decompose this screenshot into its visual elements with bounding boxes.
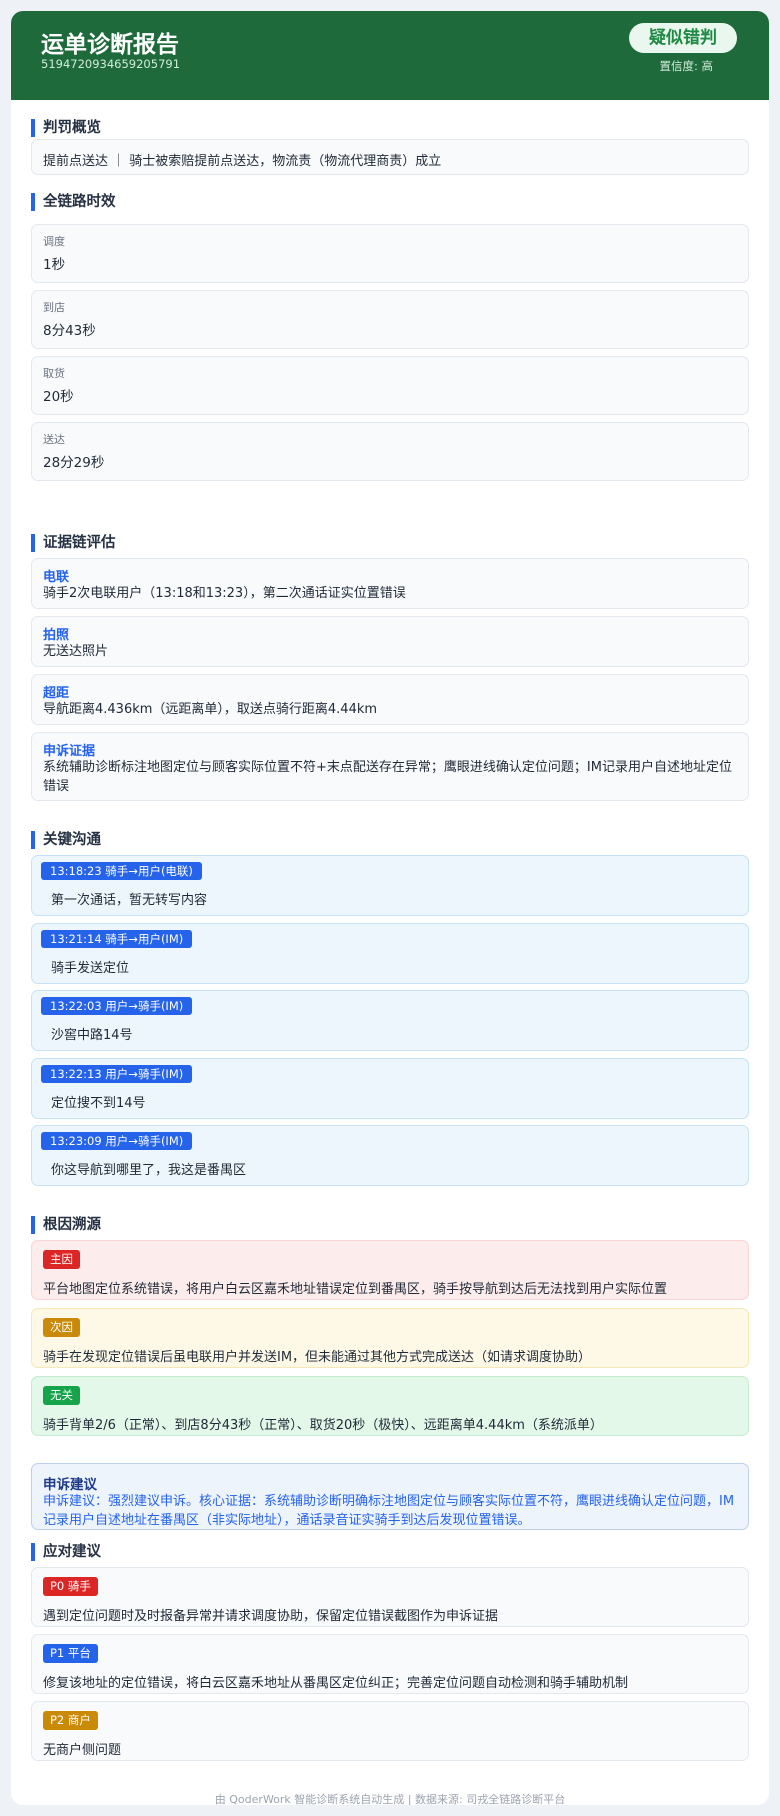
appeal-box: 申诉建议 申诉建议：强烈建议申诉。核心证据：系统辅助诊断明确标注地图定位与顾客实… — [31, 1463, 749, 1530]
communication-text: 你这导航到哪里了，我这是番禺区 — [51, 1163, 247, 1178]
timeline-value: 20秒 — [43, 389, 74, 405]
root-cause-text: 平台地图定位系统错误，将用户白云区嘉禾地址错误定位到番禺区，骑手按导航到达后无法… — [43, 1282, 668, 1297]
root-cause-tag: 无关 — [43, 1386, 80, 1405]
advice-text: 无商户侧问题 — [43, 1743, 122, 1758]
evidence-value: 无送达照片 — [43, 644, 109, 659]
evidence-label: 拍照 — [43, 628, 70, 643]
priority-badge: P1 平台 — [43, 1644, 98, 1663]
section-title-communication: 关键沟通 — [31, 831, 101, 849]
communication-item: 13:18:23 骑手→用户(电联) 第一次通话，暂无转写内容 — [31, 855, 749, 916]
communication-tag: 13:21:14 骑手→用户(IM) — [41, 929, 193, 948]
communication-text: 骑手发送定位 — [51, 960, 130, 976]
evidence-item: 拍照 无送达照片 — [31, 616, 749, 667]
root-cause-tag: 次因 — [43, 1318, 80, 1337]
advice-item: P0 骑手遇到定位问题时及时报备异常并请求调度协助，保留定位错误截图作为申诉证据 — [31, 1567, 749, 1627]
summary-text: 提前点送达 ｜ 骑士被索赔提前点送达，物流责（物流代理商责）成立 — [43, 154, 442, 169]
evidence-label: 电联 — [43, 570, 70, 585]
verdict-badge: 疑似错判 — [629, 23, 737, 53]
evidence-value: 骑手2次电联用户（13:18和13:23），第二次通话证实位置错误 — [43, 586, 406, 601]
order-id: 5194720934659205791 — [41, 57, 181, 71]
priority-badge: P0 骑手 — [43, 1577, 98, 1596]
advice-text: 遇到定位问题时及时报备异常并请求调度协助，保留定位错误截图作为申诉证据 — [43, 1609, 499, 1624]
timeline-label: 到店 — [43, 301, 65, 314]
communication-text: 沙窖中路14号 — [51, 1028, 133, 1043]
evidence-label: 超距 — [43, 686, 70, 701]
section-title-summary: 判罚概览 — [31, 119, 101, 137]
root-cause-text: 骑手背单2/6（正常）、到店8分43秒（正常）、取货20秒（极快）、远距离单4.… — [43, 1418, 603, 1433]
root-cause-text: 骑手在发现定位错误后虽电联用户并发送IM，但未能通过其他方式完成送达（如请求调度… — [43, 1350, 592, 1365]
communication-item: 13:22:03 用户→骑手(IM) 沙窖中路14号 — [31, 990, 749, 1051]
advice-text: 修复该地址的定位错误，将白云区嘉禾地址从番禺区定位纠正；完善定位问题自动检测和骑… — [43, 1676, 629, 1691]
section-title-timeline: 全链路时效 — [31, 193, 116, 211]
timeline-item: 取货 20秒 — [31, 356, 749, 415]
page-title: 运单诊断报告 — [41, 32, 179, 58]
appeal-title: 申诉建议 — [43, 1477, 97, 1493]
evidence-item: 申诉证据 系统辅助诊断标注地图定位与顾客实际位置不符+末点配送存在异常；鹰眼进线确… — [31, 732, 749, 801]
section-title-advice: 应对建议 — [31, 1543, 101, 1561]
timeline-item: 调度 1秒 — [31, 224, 749, 283]
timeline-item: 到店 8分43秒 — [31, 290, 749, 349]
communication-text: 定位搜不到14号 — [51, 1095, 146, 1111]
evidence-value: 系统辅助诊断标注地图定位与顾客实际位置不符+末点配送存在异常；鹰眼进线确认定位问… — [43, 760, 732, 794]
priority-badge: P2 商户 — [43, 1711, 98, 1730]
evidence-item: 超距 导航距离4.436km（远距离单），取送点骑行距离4.44km — [31, 674, 749, 725]
footer-text: 由 QoderWork 智能诊断系统自动生成 | 数据来源: 司戎全链路诊断平台 — [214, 1793, 566, 1805]
summary-box: 提前点送达 ｜ 骑士被索赔提前点送达，物流责（物流代理商责）成立 — [31, 139, 749, 175]
root-cause-tag: 主因 — [43, 1250, 80, 1269]
advice-item: P1 平台修复该地址的定位错误，将白云区嘉禾地址从番禺区定位纠正；完善定位问题自… — [31, 1634, 749, 1694]
confidence-label: 置信度: 高 — [659, 59, 713, 73]
communication-item: 13:21:14 骑手→用户(IM) 骑手发送定位 — [31, 922, 749, 984]
evidence-value: 导航距离4.436km（远距离单），取送点骑行距离4.44km — [43, 702, 378, 717]
timeline-item: 送达 28分29秒 — [31, 422, 749, 481]
communication-tag: 13:23:09 用户→骑手(IM) — [41, 1132, 193, 1150]
report-card: 运单诊断报告 5194720934659205791 疑似错判 置信度: 高 判… — [11, 11, 769, 1805]
communication-text: 第一次通话，暂无转写内容 — [51, 893, 208, 908]
advice-item: P2 商户无商户侧问题 — [31, 1701, 749, 1761]
evidence-item: 电联 骑手2次电联用户（13:18和13:23），第二次通话证实位置错误 — [31, 558, 749, 609]
section-title-root-cause: 根因溯源 — [31, 1216, 101, 1234]
communication-tag: 13:22:03 用户→骑手(IM) — [41, 997, 193, 1015]
communication-item: 13:23:09 用户→骑手(IM) 你这导航到哪里了，我这是番禺区 — [31, 1125, 749, 1186]
timeline-label: 调度 — [43, 235, 65, 248]
appeal-text: 申诉建议：强烈建议申诉。核心证据：系统辅助诊断明确标注地图定位与顾客实际位置不符… — [43, 1494, 735, 1528]
root-cause-item: 主因平台地图定位系统错误，将用户白云区嘉禾地址错误定位到番禺区，骑手按导航到达后… — [31, 1240, 749, 1300]
timeline-value: 28分29秒 — [43, 455, 105, 471]
timeline-value: 1秒 — [43, 257, 66, 273]
communication-item: 13:22:13 用户→骑手(IM) 定位搜不到14号 — [31, 1057, 749, 1119]
root-cause-item: 次因骑手在发现定位错误后虽电联用户并发送IM，但未能通过其他方式完成送达（如请求… — [31, 1308, 749, 1368]
evidence-label: 申诉证据 — [43, 744, 96, 759]
timeline-label: 取货 — [43, 367, 65, 380]
timeline-value: 8分43秒 — [43, 323, 96, 339]
section-title-evidence: 证据链评估 — [31, 534, 116, 552]
timeline-label: 送达 — [43, 433, 65, 446]
communication-tag: 13:22:13 用户→骑手(IM) — [41, 1064, 193, 1083]
root-cause-item: 无关骑手背单2/6（正常）、到店8分43秒（正常）、取货20秒（极快）、远距离单… — [31, 1376, 749, 1436]
communication-tag: 13:18:23 骑手→用户(电联) — [41, 862, 202, 880]
report-header: 运单诊断报告 5194720934659205791 疑似错判 置信度: 高 — [11, 11, 769, 100]
